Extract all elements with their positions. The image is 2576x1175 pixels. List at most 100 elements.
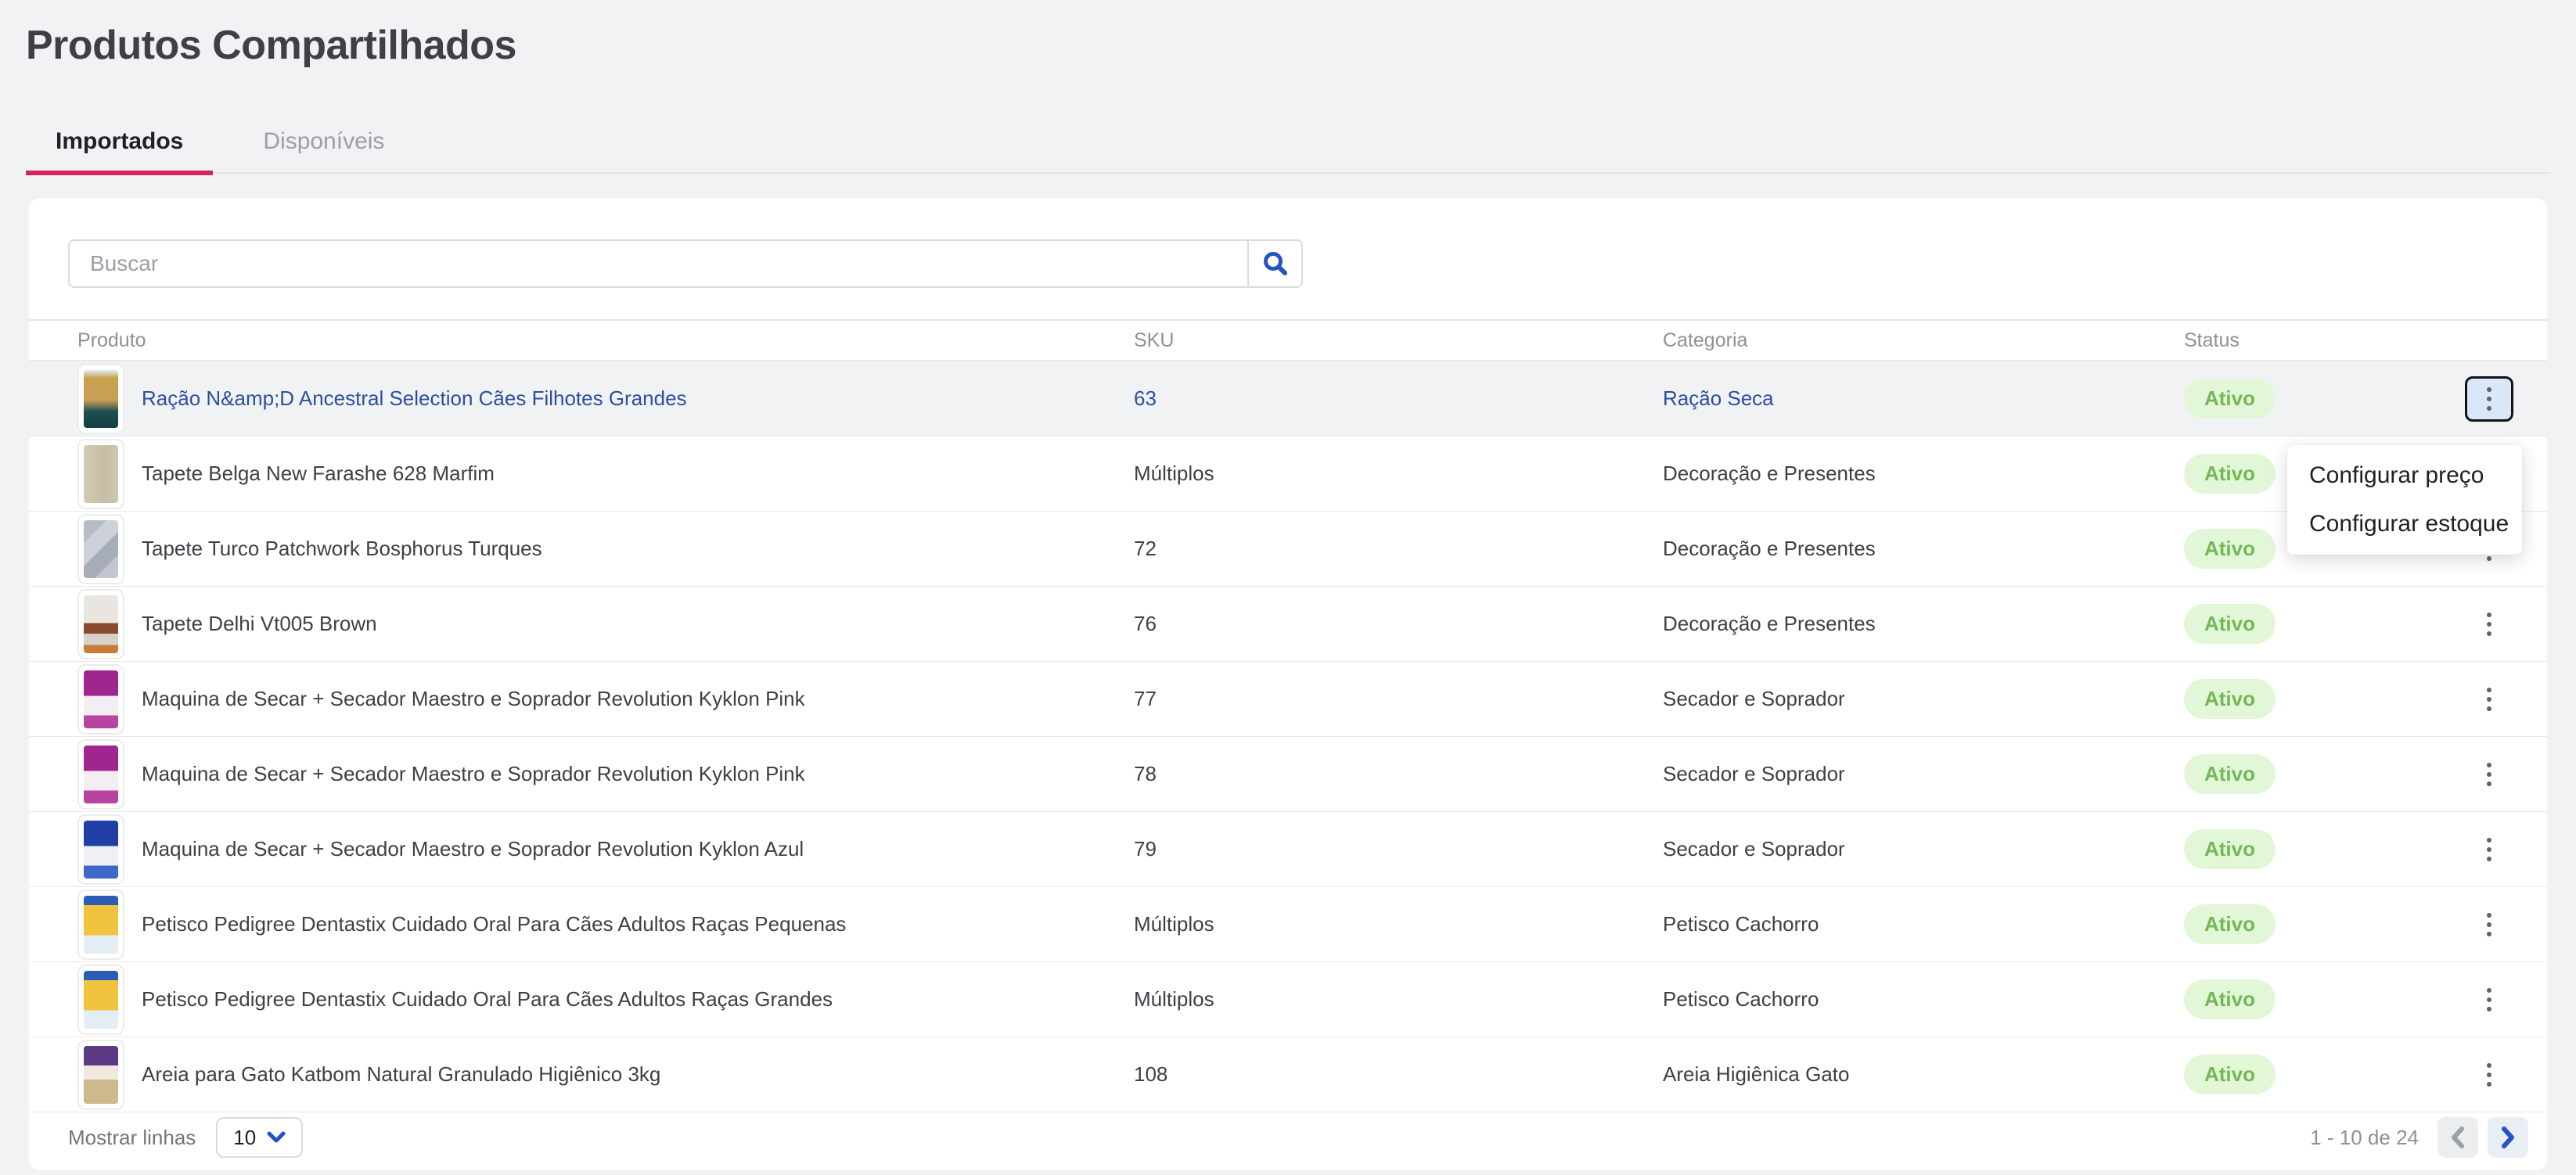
menu-item-configurar-preco[interactable]: Configurar preço — [2287, 451, 2522, 500]
table-header-row: Produto SKU Categoria Status — [29, 321, 2547, 361]
kebab-dots-icon — [2487, 772, 2491, 777]
product-sku: 79 — [1134, 837, 1663, 861]
product-name-link[interactable]: Maquina de Secar + Secador Maestro e Sop… — [142, 837, 804, 861]
row-actions-kebab-button[interactable] — [2465, 602, 2513, 647]
kebab-dots-icon — [2487, 922, 2491, 927]
product-category: Secador e Soprador — [1663, 837, 2184, 861]
tab-disponiveis[interactable]: Disponíveis — [233, 117, 414, 175]
table-row[interactable]: Tapete Delhi Vt005 Brown 76 Decoração e … — [29, 587, 2547, 662]
product-category: Secador e Soprador — [1663, 687, 2184, 711]
status-badge: Ativo — [2184, 529, 2276, 569]
product-sku: 76 — [1134, 612, 1663, 636]
status-badge: Ativo — [2184, 379, 2276, 419]
column-header-status: Status — [2184, 329, 2450, 352]
product-sku: 63 — [1134, 386, 1663, 411]
product-category: Decoração e Presentes — [1663, 462, 2184, 486]
table-row[interactable]: Maquina de Secar + Secador Maestro e Sop… — [29, 662, 2547, 737]
menu-item-configurar-estoque[interactable]: Configurar estoque — [2287, 500, 2522, 548]
kebab-dots-icon — [2487, 1073, 2491, 1077]
search-bar — [68, 239, 1303, 288]
table-row[interactable]: Tapete Turco Patchwork Bosphorus Turques… — [29, 512, 2547, 587]
rows-per-page-label: Mostrar linhas — [68, 1126, 196, 1150]
tab-importados[interactable]: Importados — [26, 117, 213, 175]
row-actions-kebab-button[interactable] — [2465, 902, 2513, 947]
status-badge: Ativo — [2184, 979, 2276, 1019]
product-sku: 108 — [1134, 1062, 1663, 1087]
row-actions-kebab-button[interactable] — [2465, 977, 2513, 1022]
pagination-range: 1 - 10 de 24 — [2310, 1126, 2419, 1150]
table-row[interactable]: Ração N&amp;D Ancestral Selection Cães F… — [29, 361, 2547, 437]
product-thumbnail — [77, 664, 124, 735]
product-sku: Múltiplos — [1134, 912, 1663, 936]
kebab-dots-icon — [2487, 697, 2491, 702]
product-category: Areia Higiênica Gato — [1663, 1062, 2184, 1087]
status-badge: Ativo — [2184, 829, 2276, 869]
product-sku: 78 — [1134, 762, 1663, 786]
table-row[interactable]: Tapete Belga New Farashe 628 Marfim Múlt… — [29, 437, 2547, 512]
product-name-link[interactable]: Ração N&amp;D Ancestral Selection Cães F… — [142, 386, 687, 411]
product-name-link[interactable]: Areia para Gato Katbom Natural Granulado… — [142, 1062, 660, 1087]
row-actions-kebab-button[interactable] — [2465, 1052, 2513, 1098]
product-sku: 72 — [1134, 537, 1663, 561]
product-thumbnail — [77, 589, 124, 659]
rows-per-page-select[interactable]: 10 — [216, 1117, 303, 1158]
product-thumbnail — [77, 814, 124, 885]
product-category: Decoração e Presentes — [1663, 537, 2184, 561]
table-row[interactable]: Petisco Pedigree Dentastix Cuidado Oral … — [29, 962, 2547, 1037]
product-thumbnail — [77, 514, 124, 584]
product-name-link[interactable]: Tapete Turco Patchwork Bosphorus Turques — [142, 537, 542, 561]
table-footer: Mostrar linhas 10 1 - 10 de 24 — [29, 1105, 2547, 1170]
row-actions-kebab-button[interactable] — [2465, 376, 2513, 422]
chevron-right-icon — [2499, 1126, 2517, 1149]
products-table: Produto SKU Categoria Status Ração N&amp… — [29, 319, 2547, 1112]
product-name-link[interactable]: Maquina de Secar + Secador Maestro e Sop… — [142, 762, 805, 786]
status-badge: Ativo — [2184, 604, 2276, 644]
product-thumbnail — [77, 364, 124, 434]
row-actions-kebab-button[interactable] — [2465, 752, 2513, 797]
status-badge: Ativo — [2184, 904, 2276, 944]
pagination-prev-button[interactable] — [2437, 1117, 2478, 1158]
page-header: Produtos Compartilhados Importados Dispo… — [0, 0, 2576, 174]
product-category: Petisco Cachorro — [1663, 987, 2184, 1012]
product-thumbnail — [77, 739, 124, 810]
product-name-link[interactable]: Tapete Delhi Vt005 Brown — [142, 612, 377, 636]
chevron-down-icon — [267, 1131, 286, 1144]
search-input[interactable] — [68, 239, 1248, 288]
product-name-link[interactable]: Tapete Belga New Farashe 628 Marfim — [142, 462, 495, 486]
page-title: Produtos Compartilhados — [26, 22, 2550, 69]
status-badge: Ativo — [2184, 754, 2276, 794]
product-name-link[interactable]: Maquina de Secar + Secador Maestro e Sop… — [142, 687, 805, 711]
product-thumbnail — [77, 965, 124, 1035]
pagination-next-button[interactable] — [2488, 1117, 2528, 1158]
product-sku: Múltiplos — [1134, 462, 1663, 486]
kebab-dots-icon — [2487, 397, 2491, 401]
product-category: Petisco Cachorro — [1663, 912, 2184, 936]
table-row[interactable]: Maquina de Secar + Secador Maestro e Sop… — [29, 812, 2547, 887]
search-icon — [1262, 250, 1289, 277]
row-actions-menu: Configurar preço Configurar estoque — [2287, 445, 2522, 555]
row-actions-kebab-button[interactable] — [2465, 827, 2513, 872]
content-card: Produto SKU Categoria Status Ração N&amp… — [29, 198, 2547, 1170]
table-row[interactable]: Areia para Gato Katbom Natural Granulado… — [29, 1037, 2547, 1112]
rows-per-page-value: 10 — [233, 1126, 256, 1150]
product-thumbnail — [77, 439, 124, 509]
product-sku: Múltiplos — [1134, 987, 1663, 1012]
product-category: Secador e Soprador — [1663, 762, 2184, 786]
chevron-left-icon — [2449, 1126, 2466, 1149]
kebab-dots-icon — [2487, 622, 2491, 627]
product-name-link[interactable]: Petisco Pedigree Dentastix Cuidado Oral … — [142, 987, 833, 1012]
column-header-produto: Produto — [77, 329, 1134, 352]
status-badge: Ativo — [2184, 1055, 2276, 1094]
search-button[interactable] — [1248, 239, 1303, 288]
kebab-dots-icon — [2487, 997, 2491, 1002]
kebab-dots-icon — [2487, 847, 2491, 852]
row-actions-kebab-button[interactable] — [2465, 677, 2513, 722]
product-name-link[interactable]: Petisco Pedigree Dentastix Cuidado Oral … — [142, 912, 846, 936]
status-badge: Ativo — [2184, 679, 2276, 719]
table-row[interactable]: Petisco Pedigree Dentastix Cuidado Oral … — [29, 887, 2547, 962]
product-thumbnail — [77, 889, 124, 960]
table-row[interactable]: Maquina de Secar + Secador Maestro e Sop… — [29, 737, 2547, 812]
status-badge: Ativo — [2184, 454, 2276, 494]
product-sku: 77 — [1134, 687, 1663, 711]
product-thumbnail — [77, 1040, 124, 1110]
